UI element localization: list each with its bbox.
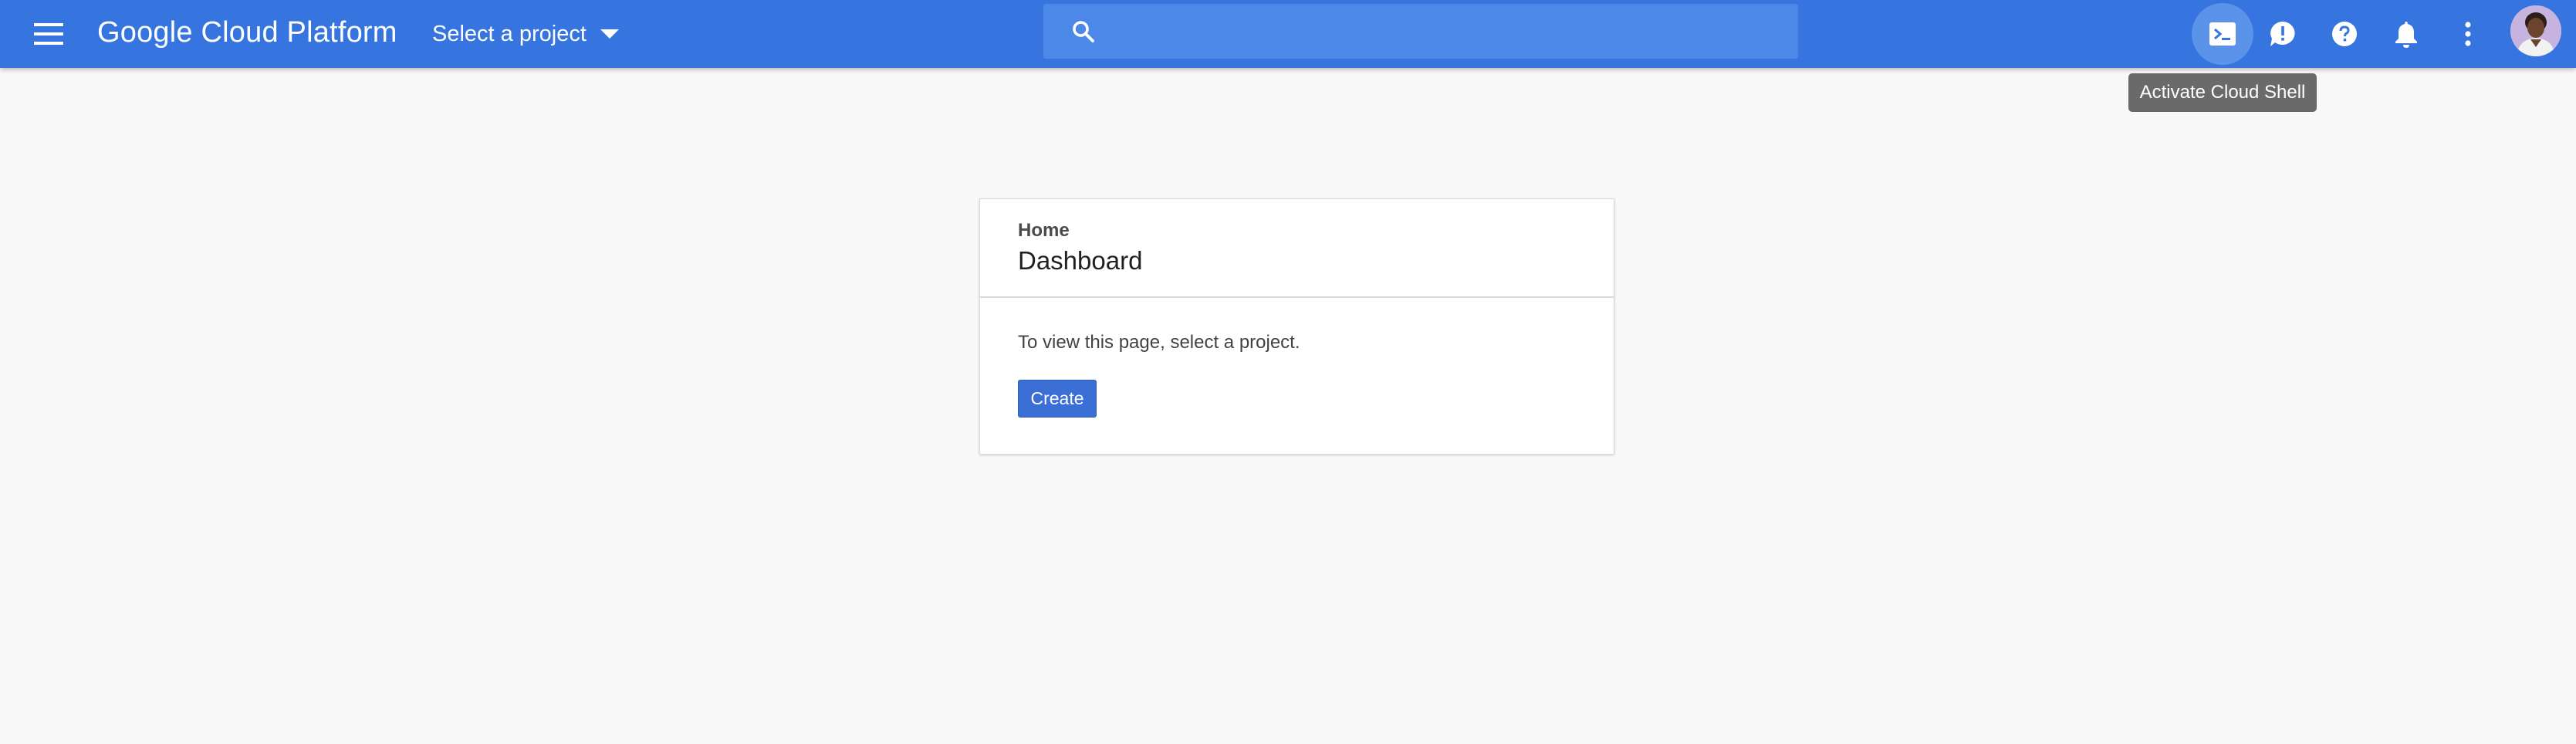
notifications-button[interactable] bbox=[2375, 3, 2437, 65]
more-options-button[interactable] bbox=[2437, 3, 2499, 65]
top-app-bar: Google Cloud Platform Select a project bbox=[0, 0, 2576, 68]
help-icon bbox=[2332, 22, 2357, 46]
create-button[interactable]: Create bbox=[1018, 380, 1097, 418]
caret-down-icon bbox=[600, 29, 619, 39]
cloud-shell-tooltip: Activate Cloud Shell bbox=[2128, 73, 2317, 112]
feedback-button[interactable] bbox=[2252, 3, 2314, 65]
project-selector[interactable]: Select a project bbox=[432, 15, 619, 52]
breadcrumb-home[interactable]: Home bbox=[1018, 220, 1070, 242]
app-title[interactable]: Google Cloud Platform bbox=[97, 14, 397, 51]
dashboard-card: Home Dashboard To view this page, select… bbox=[979, 198, 1614, 455]
main-menu-button[interactable] bbox=[28, 15, 69, 52]
menu-icon bbox=[34, 23, 63, 45]
avatar-image bbox=[2510, 5, 2561, 56]
notifications-icon bbox=[2395, 22, 2417, 48]
search-icon bbox=[1073, 21, 1094, 42]
search-bar[interactable] bbox=[1043, 4, 1798, 60]
search-input[interactable] bbox=[1114, 4, 1781, 60]
cloud-shell-icon bbox=[2209, 22, 2236, 46]
cloud-shell-button[interactable] bbox=[2192, 3, 2253, 65]
select-project-message: To view this page, select a project. bbox=[1018, 332, 1300, 353]
help-button[interactable] bbox=[2314, 3, 2375, 65]
feedback-icon bbox=[2270, 22, 2295, 46]
more-vert-icon bbox=[2465, 22, 2471, 46]
page-title: Dashboard bbox=[1018, 246, 1143, 275]
card-header: Home Dashboard bbox=[980, 199, 1614, 298]
account-avatar[interactable] bbox=[2510, 5, 2561, 56]
project-selector-label: Select a project bbox=[432, 21, 587, 46]
